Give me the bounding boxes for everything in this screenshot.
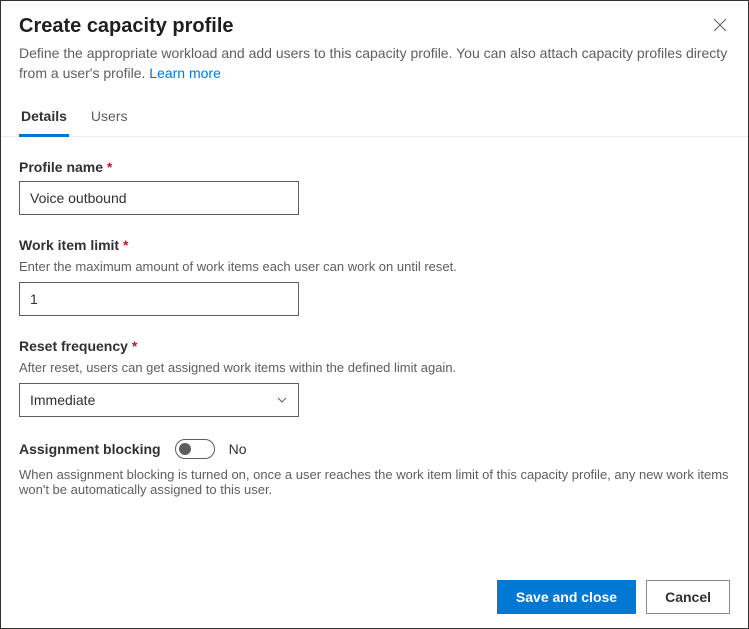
profile-name-label: Profile name * — [19, 159, 730, 175]
reset-frequency-label: Reset frequency * — [19, 338, 730, 354]
tab-details[interactable]: Details — [19, 98, 69, 137]
chevron-down-icon — [276, 394, 288, 406]
field-reset-frequency: Reset frequency * After reset, users can… — [19, 338, 730, 417]
reset-frequency-helper: After reset, users can get assigned work… — [19, 360, 730, 375]
dialog-title: Create capacity profile — [19, 15, 730, 38]
field-profile-name: Profile name * — [19, 159, 730, 215]
learn-more-link[interactable]: Learn more — [149, 65, 221, 81]
dialog-footer: Save and close Cancel — [1, 566, 748, 628]
close-button[interactable] — [706, 11, 734, 39]
close-icon — [713, 18, 727, 32]
reset-frequency-select[interactable]: Immediate — [19, 383, 299, 417]
profile-name-input[interactable] — [19, 181, 299, 215]
subtitle-text: Define the appropriate workload and add … — [19, 45, 727, 81]
work-item-limit-label: Work item limit * — [19, 237, 730, 253]
tab-users[interactable]: Users — [89, 98, 130, 137]
tab-bar: Details Users — [1, 97, 748, 137]
field-assignment-blocking: Assignment blocking No When assignment b… — [19, 439, 730, 497]
assignment-blocking-label: Assignment blocking — [19, 441, 161, 457]
toggle-thumb — [179, 443, 191, 455]
assignment-blocking-toggle[interactable] — [175, 439, 215, 459]
save-and-close-button[interactable]: Save and close — [497, 580, 636, 614]
work-item-limit-input[interactable] — [19, 282, 299, 316]
field-work-item-limit: Work item limit * Enter the maximum amou… — [19, 237, 730, 316]
assignment-blocking-helper: When assignment blocking is turned on, o… — [19, 467, 730, 497]
assignment-blocking-state: No — [229, 441, 247, 457]
cancel-button[interactable]: Cancel — [646, 580, 730, 614]
work-item-limit-helper: Enter the maximum amount of work items e… — [19, 259, 730, 274]
form-content: Profile name * Work item limit * Enter t… — [1, 137, 748, 566]
reset-frequency-value: Immediate — [30, 392, 95, 408]
dialog-header: Create capacity profile Define the appro… — [1, 1, 748, 97]
dialog-subtitle: Define the appropriate workload and add … — [19, 44, 730, 83]
